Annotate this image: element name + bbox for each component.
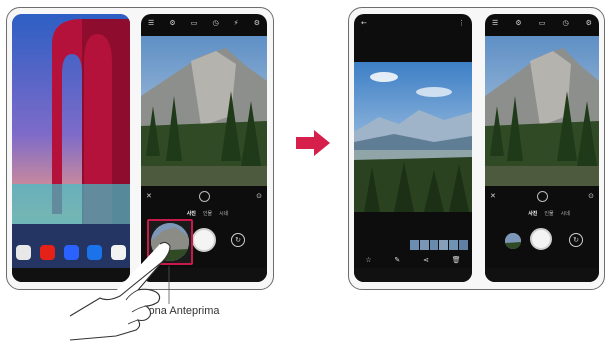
flash-icon[interactable]: ⚡ [234, 19, 239, 27]
delete-icon[interactable]: 🗑 [452, 256, 461, 264]
ratio-icon[interactable]: ▭ [191, 19, 198, 27]
gallery-top-bar: ← ⋮ [354, 14, 472, 32]
camera-switch-icon[interactable]: ↻ [231, 233, 245, 247]
gallery-filmstrip [410, 240, 468, 250]
menu-icon[interactable]: ☰ [492, 19, 498, 27]
filmstrip-thumbnail[interactable] [459, 240, 468, 250]
edit-icon[interactable]: ✎ [394, 256, 400, 264]
nav-bar [485, 268, 599, 282]
preview-thumbnail-icon[interactable] [505, 233, 521, 249]
settings-icon[interactable]: ⚙ [515, 19, 521, 27]
camera-viewfinder [141, 36, 267, 186]
gear-icon[interactable]: ⚙ [586, 19, 592, 27]
camera-mode[interactable]: 인물 [544, 210, 553, 217]
camera-viewfinder [485, 36, 599, 186]
filmstrip-thumbnail[interactable] [410, 240, 419, 250]
stage: ☰ ⚙ ▭ ◷ ⚡ ⚙ ✕ ⊙ 사진 인물 시네 ↻ Icona Antepri… [0, 0, 611, 346]
timer-icon[interactable]: ◷ [562, 19, 568, 27]
gear-icon[interactable]: ⚙ [254, 19, 260, 27]
tapping-hand [69, 241, 171, 341]
nav-bar [354, 268, 472, 282]
camera-mode[interactable]: 시네 [561, 210, 570, 217]
camera-mode-active[interactable]: 사진 [528, 210, 537, 217]
filmstrip-thumbnail[interactable] [419, 240, 429, 250]
camera-screen-secondary: ☰ ⚙ ▭ ◷ ⚙ ✕ ⊙ 사진 인물 시네 ↻ [485, 14, 599, 282]
zoom-icon[interactable] [536, 190, 548, 202]
filmstrip-thumbnail[interactable] [449, 240, 459, 250]
filmstrip-thumbnail[interactable] [439, 240, 449, 250]
youtube-app-icon[interactable] [39, 244, 55, 260]
share-icon[interactable]: ⋖ [423, 256, 429, 264]
gallery-screen: ← ⋮ ☆ ✎ ⋖ 🗑 [354, 14, 472, 282]
camera-switch-icon[interactable]: ↻ [569, 233, 583, 247]
camera-top-bar: ☰ ⚙ ▭ ◷ ⚙ [485, 14, 599, 32]
gallery-action-bar: ☆ ✎ ⋖ 🗑 [354, 254, 472, 266]
camera-mode-strip: 사진 인물 시네 [141, 210, 267, 217]
filmstrip-thumbnail[interactable] [429, 240, 439, 250]
zoom-icon[interactable] [198, 190, 210, 202]
transition-arrow-icon [296, 130, 330, 156]
viewfinder-controls: ✕ ⊙ [485, 190, 599, 202]
preview-thumbnail-image [505, 233, 521, 249]
camera-mode-active[interactable]: 사진 [187, 210, 196, 217]
more-options-icon[interactable]: ⋮ [458, 19, 465, 27]
menu-icon[interactable]: ☰ [148, 19, 154, 27]
timer-icon[interactable]: ◷ [212, 19, 218, 27]
focus-icon[interactable]: ⊙ [588, 192, 594, 200]
close-icon[interactable]: ✕ [490, 192, 496, 200]
shutter-button[interactable] [530, 228, 552, 250]
camera-mode[interactable]: 시네 [219, 210, 228, 217]
close-icon[interactable]: ✕ [146, 192, 152, 200]
shutter-button[interactable] [192, 228, 216, 252]
camera-top-bar: ☰ ⚙ ▭ ◷ ⚡ ⚙ [141, 14, 267, 32]
ratio-icon[interactable]: ▭ [539, 19, 546, 27]
camera-mode[interactable]: 인물 [203, 210, 212, 217]
back-icon[interactable]: ← [361, 19, 367, 27]
favorite-icon[interactable]: ☆ [365, 256, 371, 264]
focus-icon[interactable]: ⊙ [256, 192, 262, 200]
gallery-photo [354, 62, 472, 212]
settings-icon[interactable]: ⚙ [169, 19, 175, 27]
viewfinder-controls: ✕ ⊙ [141, 190, 267, 202]
app-folder-icon[interactable] [16, 244, 31, 260]
camera-mode-strip: 사진 인물 시네 [485, 210, 599, 217]
